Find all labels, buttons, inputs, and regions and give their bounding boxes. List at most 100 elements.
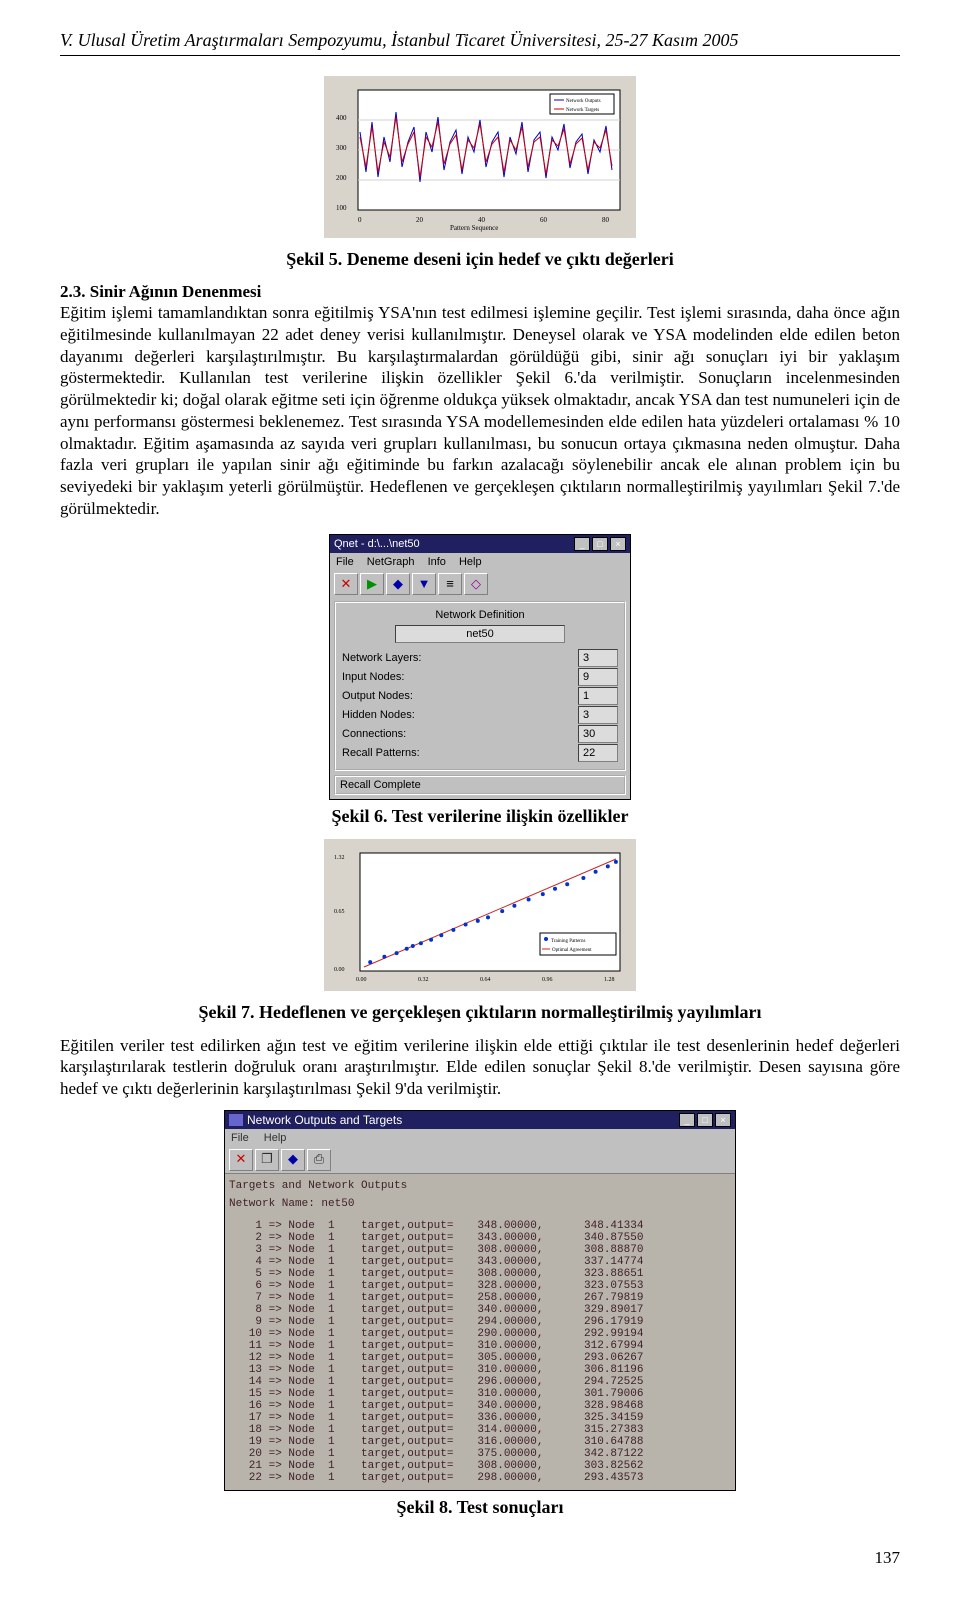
- fig5-legend-1: Network Outputs: [566, 99, 601, 104]
- output-row: 4 => Node 1 target,output=343.00000,337.…: [229, 1256, 731, 1268]
- menu-file[interactable]: File: [336, 556, 354, 568]
- qnet-row-value: 3: [578, 649, 618, 667]
- figure-5: Network Outputs Network Targets 0 20 40 …: [60, 76, 900, 243]
- fig5-xlabel: Pattern Sequence: [450, 224, 498, 232]
- svg-text:80: 80: [602, 216, 610, 224]
- menu-info[interactable]: Info: [428, 556, 446, 568]
- output-row: 3 => Node 1 target,output=308.00000,308.…: [229, 1244, 731, 1256]
- qnet-recall-status: Recall Complete: [334, 775, 626, 795]
- output-row: 19 => Node 1 target,output=316.00000,310…: [229, 1436, 731, 1448]
- neural-icon: [229, 1114, 243, 1126]
- fig7-legend-2: Optimal Agreement: [552, 948, 592, 953]
- qnet-row: Recall Patterns:22: [342, 744, 618, 762]
- qnet-row-value: 9: [578, 668, 618, 686]
- toolbar-down-icon[interactable]: ▼: [412, 573, 436, 595]
- outputs-titlebar: Network Outputs and Targets _ □ ×: [225, 1111, 735, 1129]
- page-number: 137: [60, 1548, 900, 1568]
- output-row: 1 => Node 1 target,output=348.00000,348.…: [229, 1220, 731, 1232]
- qnet-menubar: File NetGraph Info Help: [330, 553, 630, 571]
- svg-text:0.96: 0.96: [542, 977, 553, 983]
- output-row: 9 => Node 1 target,output=294.00000,296.…: [229, 1316, 731, 1328]
- maximize-button[interactable]: □: [592, 537, 608, 551]
- output-row: 14 => Node 1 target,output=296.00000,294…: [229, 1376, 731, 1388]
- svg-text:0.32: 0.32: [418, 977, 429, 983]
- toolbar-copy-icon[interactable]: ❐: [255, 1149, 279, 1171]
- svg-text:0: 0: [358, 216, 362, 224]
- qnet-row: Output Nodes: 1: [342, 687, 618, 705]
- outputs-menubar: File Help: [225, 1129, 735, 1147]
- close-button[interactable]: ×: [610, 537, 626, 551]
- menu-help[interactable]: Help: [459, 556, 482, 568]
- qnet-row-value: 30: [578, 725, 618, 743]
- figure-5-caption: Şekil 5. Deneme deseni için hedef ve çık…: [60, 249, 900, 270]
- svg-text:200: 200: [336, 174, 347, 182]
- toolbar-diamond-icon[interactable]: ◇: [464, 573, 488, 595]
- figure-7-chart: Training Patterns Optimal Agreement 0.00…: [324, 839, 636, 991]
- output-row: 2 => Node 1 target,output=343.00000,340.…: [229, 1232, 731, 1244]
- svg-text:1.32: 1.32: [334, 855, 345, 861]
- qnet-panel: Network Definition net50 Network Layers:…: [334, 601, 626, 771]
- output-row: 10 => Node 1 target,output=290.00000,292…: [229, 1328, 731, 1340]
- toolbar-x-icon[interactable]: ✕: [334, 573, 358, 595]
- svg-text:60: 60: [540, 216, 548, 224]
- qnet-row: Network Layers: 3: [342, 649, 618, 667]
- body-paragraph-2: Eğitilen veriler test edilirken ağın tes…: [60, 1035, 900, 1100]
- fig7-legend-1: Training Patterns: [551, 939, 585, 944]
- toolbar-run-icon[interactable]: ▶: [360, 573, 384, 595]
- output-row: 5 => Node 1 target,output=308.00000,323.…: [229, 1268, 731, 1280]
- svg-text:0.65: 0.65: [334, 909, 345, 915]
- figure-6-window: Qnet - d:\...\net50 _ □ × File NetGraph …: [329, 534, 631, 800]
- toolbar-save-icon[interactable]: ◆: [281, 1149, 305, 1171]
- figure-7-caption: Şekil 7. Hedeflenen ve gerçekleşen çıktı…: [60, 1002, 900, 1023]
- qnet-row-value: 3: [578, 706, 618, 724]
- qnet-row: Connections:30: [342, 725, 618, 743]
- qnet-row-label: Input Nodes:: [342, 671, 404, 683]
- output-row: 17 => Node 1 target,output=336.00000,325…: [229, 1412, 731, 1424]
- toolbar-print-icon[interactable]: ⎙: [307, 1149, 331, 1171]
- minimize-button[interactable]: _: [679, 1113, 695, 1127]
- output-row: 12 => Node 1 target,output=305.00000,293…: [229, 1352, 731, 1364]
- qnet-titlebar: Qnet - d:\...\net50 _ □ ×: [330, 535, 630, 553]
- qnet-row-label: Output Nodes:: [342, 690, 413, 702]
- svg-text:1.28: 1.28: [604, 977, 615, 983]
- figure-8-caption: Şekil 8. Test sonuçları: [60, 1497, 900, 1518]
- svg-text:100: 100: [336, 204, 347, 212]
- svg-text:0.00: 0.00: [334, 967, 345, 973]
- qnet-row-value: 1: [578, 687, 618, 705]
- menu-help[interactable]: Help: [264, 1132, 287, 1144]
- qnet-row-label: Network Layers:: [342, 652, 421, 664]
- svg-text:400: 400: [336, 114, 347, 122]
- qnet-title-text: Qnet - d:\...\net50: [334, 538, 420, 550]
- body-paragraph-1: Eğitim işlemi tamamlandıktan sonra eğiti…: [60, 302, 900, 520]
- section-2-3-heading: 2.3. Sinir Ağının Denenmesi: [60, 282, 900, 302]
- qnet-panel-title: Network Definition: [342, 609, 618, 621]
- output-row: 15 => Node 1 target,output=310.00000,301…: [229, 1388, 731, 1400]
- qnet-toolbar: ✕ ▶ ◆ ▼ ≡ ◇: [330, 571, 630, 597]
- fig5-legend-2: Network Targets: [566, 108, 599, 113]
- figure-6-caption: Şekil 6. Test verilerine ilişkin özellik…: [60, 806, 900, 827]
- qnet-row-label: Recall Patterns:: [342, 747, 420, 759]
- output-row: 18 => Node 1 target,output=314.00000,315…: [229, 1424, 731, 1436]
- svg-text:300: 300: [336, 144, 347, 152]
- qnet-row-label: Hidden Nodes:: [342, 709, 415, 721]
- menu-netgraph[interactable]: NetGraph: [367, 556, 415, 568]
- toolbar-menu-icon[interactable]: ≡: [438, 573, 462, 595]
- qnet-row: Hidden Nodes: 3: [342, 706, 618, 724]
- minimize-button[interactable]: _: [574, 537, 590, 551]
- toolbar-x-icon[interactable]: ✕: [229, 1149, 253, 1171]
- output-row: 8 => Node 1 target,output=340.00000,329.…: [229, 1304, 731, 1316]
- qnet-row: Input Nodes: 9: [342, 668, 618, 686]
- svg-text:40: 40: [478, 216, 486, 224]
- figure-8-window: Network Outputs and Targets _ □ × File H…: [224, 1110, 736, 1491]
- outputs-toolbar: ✕ ❐ ◆ ⎙: [225, 1147, 735, 1174]
- menu-file[interactable]: File: [231, 1132, 249, 1144]
- output-row: 21 => Node 1 target,output=308.00000,303…: [229, 1460, 731, 1472]
- svg-text:20: 20: [416, 216, 424, 224]
- output-row: 13 => Node 1 target,output=310.00000,306…: [229, 1364, 731, 1376]
- maximize-button[interactable]: □: [697, 1113, 713, 1127]
- running-head: V. Ulusal Üretim Araştırmaları Sempozyum…: [60, 30, 900, 56]
- close-button[interactable]: ×: [715, 1113, 731, 1127]
- toolbar-save-icon[interactable]: ◆: [386, 573, 410, 595]
- output-row: 6 => Node 1 target,output=328.00000,323.…: [229, 1280, 731, 1292]
- outputs-header2: Network Name: net50: [229, 1198, 731, 1210]
